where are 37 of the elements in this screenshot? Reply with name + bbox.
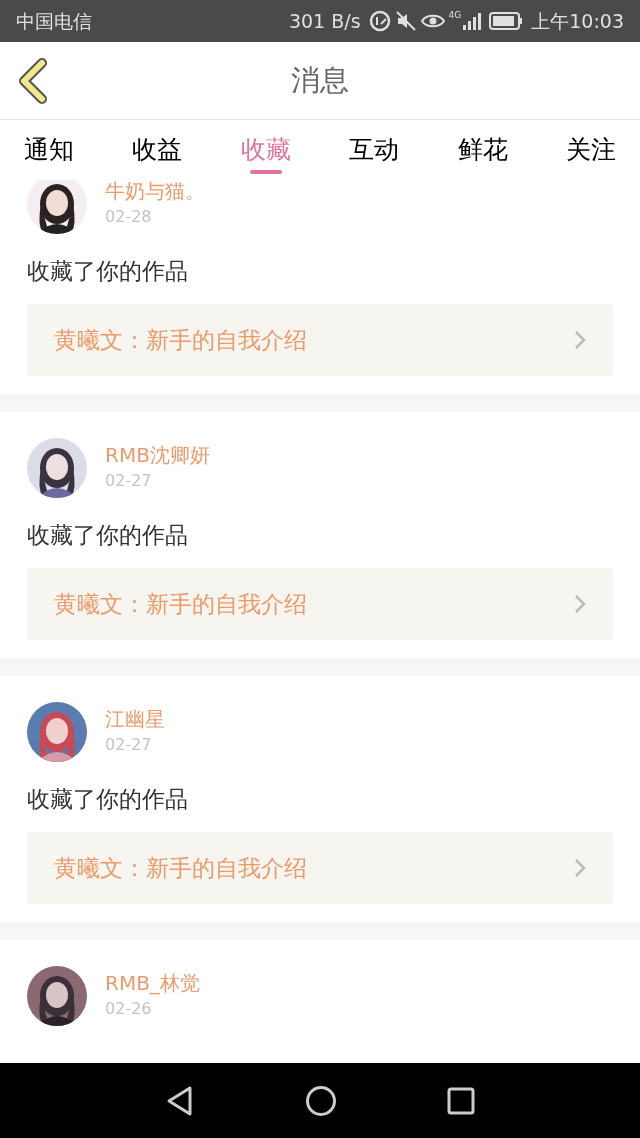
- date: 02-27: [105, 470, 153, 492]
- home-icon[interactable]: [305, 1084, 337, 1117]
- clock: 上午10:03: [531, 8, 624, 34]
- tab[interactable]: 关注: [565, 120, 616, 180]
- date: 02-26: [105, 998, 153, 1020]
- work-link[interactable]: 黄曦文：新手的自我介绍: [27, 304, 613, 376]
- page-title: 消息: [291, 61, 349, 99]
- tab[interactable]: 互动: [349, 120, 400, 180]
- chevron-right-icon: [574, 330, 586, 350]
- user-name[interactable]: 江幽星: [105, 706, 165, 732]
- data-saver-icon: [368, 10, 391, 32]
- network-type: 4G: [448, 9, 462, 22]
- date: 02-27: [105, 734, 153, 756]
- chevron-right-icon: [574, 858, 586, 878]
- battery-icon: [489, 12, 524, 30]
- back-icon[interactable]: [16, 58, 50, 104]
- chevron-right-icon: [574, 594, 586, 614]
- tab-underline: [249, 170, 282, 174]
- network-speed: 301 B/s: [288, 8, 361, 34]
- message-text: 收藏了你的作品: [27, 785, 189, 814]
- message-text: 收藏了你的作品: [27, 257, 189, 286]
- user-name[interactable]: RMB沈卿妍: [105, 442, 210, 468]
- mute-icon: [394, 10, 417, 32]
- message-text: 收藏了你的作品: [27, 521, 189, 550]
- user-name[interactable]: 牛奶与猫。: [105, 180, 205, 204]
- user-name[interactable]: RMB_林觉: [105, 970, 200, 996]
- back-nav-icon[interactable]: [165, 1084, 195, 1117]
- tab[interactable]: 通知: [24, 120, 74, 180]
- tab[interactable]: 鲜花: [457, 120, 508, 180]
- tab[interactable]: 收益: [132, 120, 183, 180]
- date: 02-28: [105, 206, 153, 228]
- work-link[interactable]: 黄曦文：新手的自我介绍: [27, 832, 613, 904]
- carrier-name: 中国电信: [16, 8, 92, 34]
- tab[interactable]: 收藏: [240, 120, 291, 180]
- work-link[interactable]: 黄曦文：新手的自我介绍: [27, 568, 613, 640]
- recents-icon[interactable]: [447, 1086, 475, 1115]
- signal-icon: [461, 11, 482, 31]
